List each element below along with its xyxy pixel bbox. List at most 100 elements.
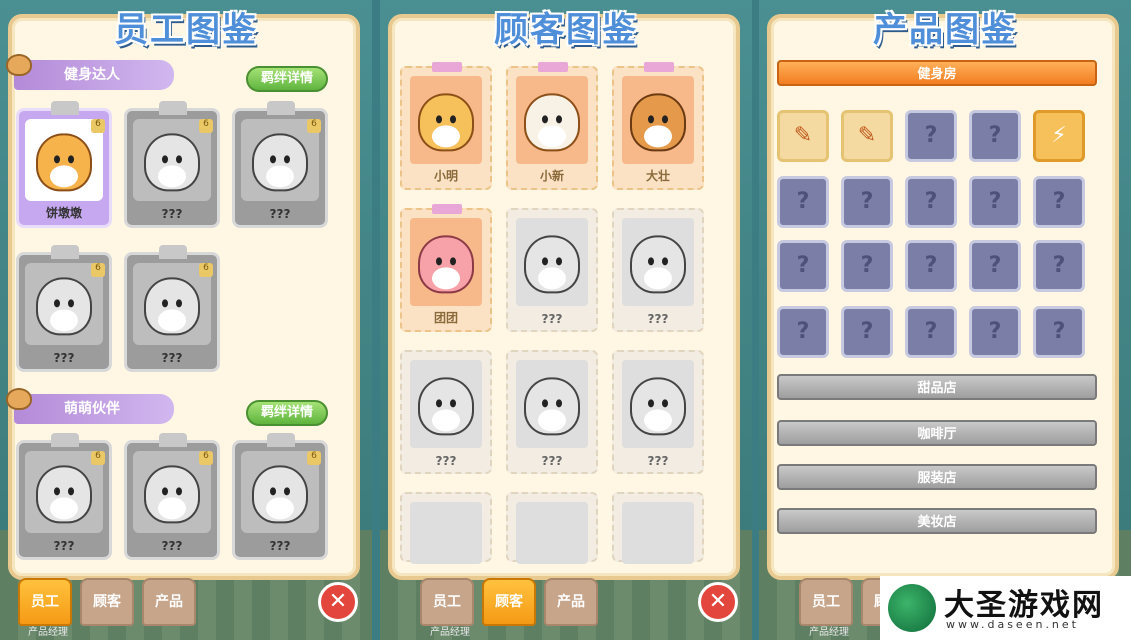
employee-card[interactable]: 6 ??? <box>124 433 220 560</box>
customer-card[interactable]: ??? <box>400 350 492 474</box>
product-tile-locked-icon[interactable]: ? <box>1033 176 1085 228</box>
product-tile-locked-icon[interactable]: ? <box>969 240 1021 292</box>
group-label: 萌萌伙伴 <box>64 401 120 417</box>
close-button[interactable]: ✕ <box>698 582 738 622</box>
clip-icon <box>159 245 187 259</box>
customer-card[interactable] <box>612 492 704 564</box>
rarity-tag-icon: 6 <box>307 451 321 465</box>
tab-products[interactable]: 产品 <box>544 578 598 626</box>
employee-name: ??? <box>161 207 183 221</box>
tab-customers[interactable]: 顾客 <box>80 578 134 626</box>
tape-icon <box>432 62 462 72</box>
section-ribbon-dessert[interactable]: 甜品店 <box>777 374 1097 400</box>
group-header-fitness: 健身达人 <box>6 54 174 90</box>
clip-icon <box>159 101 187 115</box>
customer-card[interactable]: 大壮 <box>612 62 704 190</box>
customer-card[interactable]: ??? <box>612 208 704 332</box>
rarity-tag-icon: 6 <box>199 451 213 465</box>
tab-employees[interactable]: 员工 <box>420 578 474 626</box>
product-tile-locked-icon[interactable]: ? <box>777 306 829 358</box>
product-tile-clipboard-icon[interactable]: ✎ <box>777 110 829 162</box>
portrait <box>410 76 482 164</box>
close-button[interactable]: ✕ <box>318 582 358 622</box>
clip-icon <box>51 101 79 115</box>
product-tile-locked-icon[interactable]: ? <box>905 110 957 162</box>
employee-name: 饼墩墩 <box>45 206 82 220</box>
customer-name: 小新 <box>539 169 564 183</box>
product-tile-locked-icon[interactable]: ? <box>1033 240 1085 292</box>
tape-icon <box>644 62 674 72</box>
tab-customers[interactable]: 顾客 <box>482 578 536 626</box>
employee-codex-panel: 员工图鉴 健身达人 羁绊详情 6 饼墩墩 6 ??? 6 ??? 6 ??? 6… <box>0 0 372 640</box>
hamster-silhouette-icon <box>630 235 686 294</box>
customer-card[interactable]: ??? <box>612 350 704 474</box>
portrait <box>516 502 588 564</box>
bond-details-button[interactable]: 羁绊详情 <box>246 400 328 426</box>
product-tile-locked-icon[interactable]: ? <box>905 306 957 358</box>
product-tile-locked-icon[interactable]: ? <box>841 306 893 358</box>
hamster-silhouette-icon <box>252 133 308 192</box>
customer-card[interactable]: 小新 <box>506 62 598 190</box>
product-tile-locked-icon[interactable]: ? <box>841 176 893 228</box>
customer-card[interactable] <box>506 492 598 564</box>
section-ribbon-makeup[interactable]: 美妆店 <box>777 508 1097 534</box>
hamster-silhouette-icon <box>524 235 580 294</box>
employee-card[interactable]: 6 ??? <box>16 433 112 560</box>
hamster-sporty-icon <box>418 235 474 294</box>
product-tile-locked-icon[interactable]: ? <box>777 240 829 292</box>
employee-name: ??? <box>269 207 291 221</box>
product-tile-poster-icon[interactable]: ✎ <box>841 110 893 162</box>
section-ribbon-clothing[interactable]: 服装店 <box>777 464 1097 490</box>
customer-card[interactable] <box>400 492 492 564</box>
tape-icon <box>432 204 462 214</box>
product-tile-bolt-icon[interactable]: ⚡ <box>1033 110 1085 162</box>
customer-card[interactable]: ??? <box>506 350 598 474</box>
product-tile-locked-icon[interactable]: ? <box>969 110 1021 162</box>
customer-name: ??? <box>435 454 457 468</box>
hamster-chef-icon <box>36 133 92 192</box>
employee-name: ??? <box>161 351 183 365</box>
bottom-tab-bar: 员工 顾客 产品 ✕ 产品经理 <box>398 578 738 638</box>
hamster-silhouette-icon <box>630 377 686 436</box>
product-tile-locked-icon[interactable]: ? <box>841 240 893 292</box>
employee-card[interactable]: 6 ??? <box>124 101 220 228</box>
section-label: 美妆店 <box>917 515 957 530</box>
product-tile-locked-icon[interactable]: ? <box>969 176 1021 228</box>
rarity-tag-icon: 6 <box>91 263 105 277</box>
bottom-tab-bar: 员工 顾客 产品 ✕ 产品经理 <box>18 578 358 638</box>
customer-card[interactable]: 小明 <box>400 62 492 190</box>
hamster-mascot-icon <box>6 388 32 410</box>
employee-card[interactable]: 6 ??? <box>16 245 112 372</box>
section-ribbon-gym[interactable]: 健身房 <box>777 60 1097 86</box>
bond-details-button[interactable]: 羁绊详情 <box>246 66 328 92</box>
product-tile-locked-icon[interactable]: ? <box>1033 306 1085 358</box>
tab-employees[interactable]: 员工 <box>18 578 72 626</box>
site-watermark: 大圣游戏网 www.daseen.net <box>880 576 1131 640</box>
employee-card[interactable]: 6 ??? <box>232 101 328 228</box>
product-tile-locked-icon[interactable]: ? <box>969 306 1021 358</box>
sub-label: 产品经理 <box>28 627 68 638</box>
tab-employees[interactable]: 员工 <box>799 578 853 626</box>
portrait <box>410 502 482 564</box>
clip-icon <box>267 101 295 115</box>
employee-card[interactable]: 6 ??? <box>232 433 328 560</box>
section-label: 咖啡厅 <box>917 427 957 442</box>
watermark-url: www.daseen.net <box>946 618 1079 631</box>
clip-icon <box>51 245 79 259</box>
portrait <box>516 76 588 164</box>
product-tile-locked-icon[interactable]: ? <box>905 176 957 228</box>
section-label: 服装店 <box>917 471 957 486</box>
employee-card[interactable]: 6 饼墩墩 <box>16 101 112 228</box>
portrait <box>516 360 588 448</box>
product-tile-locked-icon[interactable]: ? <box>905 240 957 292</box>
product-codex-panel: 产品图鉴 健身房 ✎ ✎ ? ? ⚡ ? ? ? ? ? ? ? ? ? ? ?… <box>759 0 1131 640</box>
customer-card[interactable]: ??? <box>506 208 598 332</box>
customer-name: 小明 <box>433 169 458 183</box>
section-label: 甜品店 <box>917 381 957 396</box>
employee-card[interactable]: 6 ??? <box>124 245 220 372</box>
customer-card[interactable]: 团团 <box>400 204 492 332</box>
section-ribbon-cafe[interactable]: 咖啡厅 <box>777 420 1097 446</box>
product-tile-locked-icon[interactable]: ? <box>777 176 829 228</box>
tab-products[interactable]: 产品 <box>142 578 196 626</box>
rarity-tag-icon: 6 <box>91 451 105 465</box>
